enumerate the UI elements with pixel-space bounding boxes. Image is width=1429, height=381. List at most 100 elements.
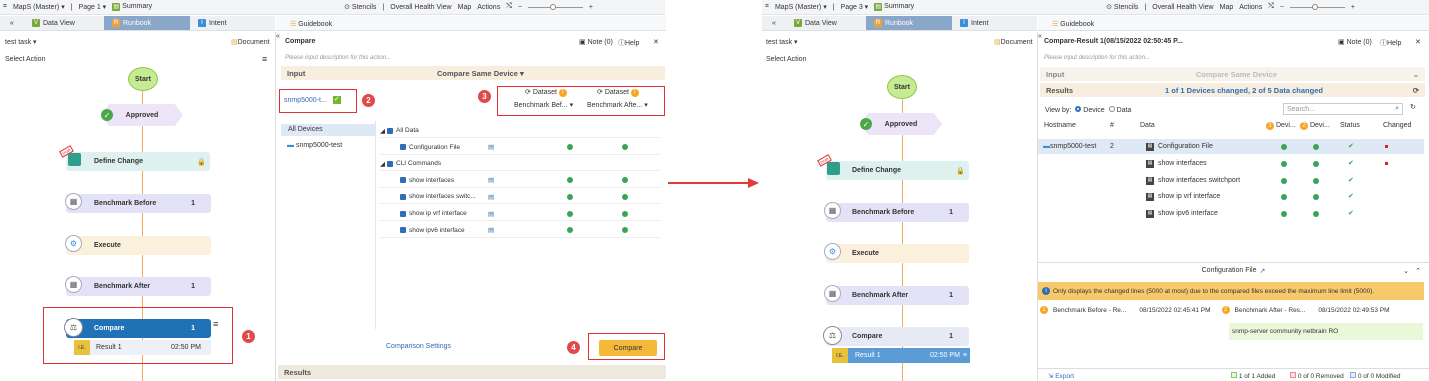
data-tree-row[interactable]: show ip vrf interface ▤ [380,207,660,221]
refresh-icon[interactable]: ⟳ [1413,86,1419,95]
map-menu[interactable]: Map [458,4,472,11]
start-node[interactable]: Start [887,75,917,99]
task-selector[interactable]: test task ▾ [5,38,37,46]
data-tree-row[interactable]: show ipv6 interface ▤ [380,224,660,238]
collapse-icon[interactable]: « [762,16,786,30]
close-icon[interactable]: ✕ [653,38,659,46]
close-icon[interactable]: ✕ [1415,38,1421,46]
benchmark-before-node[interactable]: Benchmark Before 1 [826,203,969,222]
all-devices-item[interactable]: All Devices [281,124,376,136]
fit-icon[interactable]: ⤭ [1268,3,1274,11]
device-item[interactable]: ▬ snmp5000-test [287,142,342,149]
benchmark-after-node[interactable]: Benchmark After 1 [826,286,969,305]
view-icon[interactable]: ▤ [488,226,494,234]
collapse-icon[interactable]: « [276,33,284,41]
benchmark-after-node[interactable]: Benchmark After 1 [66,277,211,296]
view-icon[interactable]: ▤ [488,193,494,201]
help-button[interactable]: ⓘHelp [1380,38,1401,48]
collapse-icon[interactable]: « [0,16,24,30]
map-icon[interactable]: ⌗ [3,3,7,11]
open-external-icon[interactable]: ↗ [1260,267,1266,275]
tab-intent[interactable]: I Intent [952,16,1037,30]
start-node[interactable]: Start [128,67,158,91]
overall-health-view-button[interactable]: Overall Health View [390,4,451,11]
define-change-node[interactable]: Define Change 🔒 [66,152,210,171]
host-cell[interactable]: ▬ snmp5000-test [1043,143,1096,150]
tab-data-view[interactable]: V Data View [786,16,866,30]
page-selector[interactable]: Page 3 ▾ [841,3,869,11]
description-input[interactable]: Please input description for this action… [285,55,391,61]
checkbox[interactable] [387,127,393,134]
overall-health-view-button[interactable]: Overall Health View [1152,4,1213,11]
task-selector[interactable]: test task ▾ [766,38,798,46]
zoom-slider[interactable] [527,3,583,10]
modified-filter[interactable]: 0 of 0 Modified [1350,372,1400,380]
data-tree-row[interactable]: show interfaces switc... ▤ [380,190,660,205]
expand-icon[interactable]: ◢ [380,160,385,168]
checkbox[interactable] [400,177,406,184]
approved-node[interactable]: Approved [101,104,183,126]
zoom-slider[interactable] [1289,3,1345,10]
checkbox[interactable] [400,144,406,151]
map-menu[interactable]: Map [1220,4,1234,11]
result-row[interactable]: I.E. Result 1 02:50 PM ≡ [832,348,970,363]
define-change-node[interactable]: Define Change 🔒 [826,161,969,180]
chevron-up-icon[interactable]: ⌃ [1415,267,1421,275]
fit-icon[interactable]: ⤭ [506,3,512,11]
chevron-down-icon[interactable]: ⌄ [1403,267,1409,275]
page-selector[interactable]: Page 1 ▾ [79,3,107,11]
summary-link[interactable]: ▤ Summary [112,3,152,11]
checkbox[interactable] [400,193,406,200]
summary-link[interactable]: ▤ Summary [874,3,914,11]
actions-menu[interactable]: Actions [1239,4,1262,11]
actions-menu[interactable]: Actions [477,4,500,11]
description-input[interactable]: Please input description for this action… [1044,55,1150,61]
comparison-settings-link[interactable]: Comparison Settings [386,343,451,350]
menu-icon[interactable]: ≡ [963,352,967,359]
note-button[interactable]: ▣ Note (0) [579,38,613,46]
data-tree-row[interactable]: ◢ CLI Commands [380,157,660,172]
zoom-in-icon[interactable]: + [1351,4,1355,11]
checkbox[interactable] [387,160,393,167]
execute-node[interactable]: Execute [826,244,969,263]
guidebook-tab[interactable]: ☰ Guidebook [1052,20,1094,28]
view-by-device-radio[interactable]: Device [1075,106,1105,114]
collapse-icon[interactable]: « [1038,33,1042,40]
zoom-out-icon[interactable]: − [518,4,522,11]
removed-filter[interactable]: 0 of 0 Removed [1290,372,1344,380]
document-link[interactable]: ▤Document [231,38,270,46]
execute-node[interactable]: Execute [66,236,211,255]
view-by-data-radio[interactable]: Data [1108,106,1131,114]
view-icon[interactable]: ▤ [488,210,494,218]
zoom-in-icon[interactable]: + [589,4,593,11]
checkbox[interactable] [400,210,406,217]
export-table-icon[interactable]: ↻ [1410,103,1416,111]
view-icon[interactable]: ▤ [488,176,494,184]
zoom-out-icon[interactable]: − [1280,4,1284,11]
document-link[interactable]: ▤Document [994,38,1033,46]
expand-icon[interactable]: ◢ [380,127,385,135]
view-icon[interactable]: ▤ [488,143,494,151]
mode-selector[interactable]: Compare Same Device ▾ [437,69,524,78]
tab-runbook[interactable]: R Runbook [866,16,952,30]
added-filter[interactable]: 1 of 1 Added [1231,372,1275,380]
approved-node[interactable]: Approved [860,113,942,135]
tab-data-view[interactable]: V Data View [24,16,104,30]
export-button[interactable]: ⇲ Export [1048,372,1074,380]
stencils-button[interactable]: ⊙ Stencils [1106,3,1138,11]
search-input[interactable]: Search... ⌕ [1283,103,1403,115]
stencils-button[interactable]: ⊙ Stencils [344,3,376,11]
checkbox[interactable] [400,227,406,234]
data-tree-row[interactable]: Configuration File ▤ [380,141,660,155]
menu-icon[interactable]: ≡ [262,54,267,64]
guidebook-tab[interactable]: ☰ Guidebook [290,20,332,28]
benchmark-before-node[interactable]: Benchmark Before 1 [66,194,211,213]
map-selector[interactable]: MapS (Master) ▾ [775,3,827,11]
map-selector[interactable]: MapS (Master) ▾ [13,3,65,11]
chevron-down-icon[interactable]: ⌄ [1413,70,1419,79]
data-tree-row[interactable]: show interfaces ▤ [380,174,660,188]
note-button[interactable]: ▣ Note (0) [1338,38,1372,46]
tab-intent[interactable]: I Intent [190,16,275,30]
tab-runbook[interactable]: R Runbook [104,16,190,30]
map-icon[interactable]: ⌗ [765,3,769,11]
